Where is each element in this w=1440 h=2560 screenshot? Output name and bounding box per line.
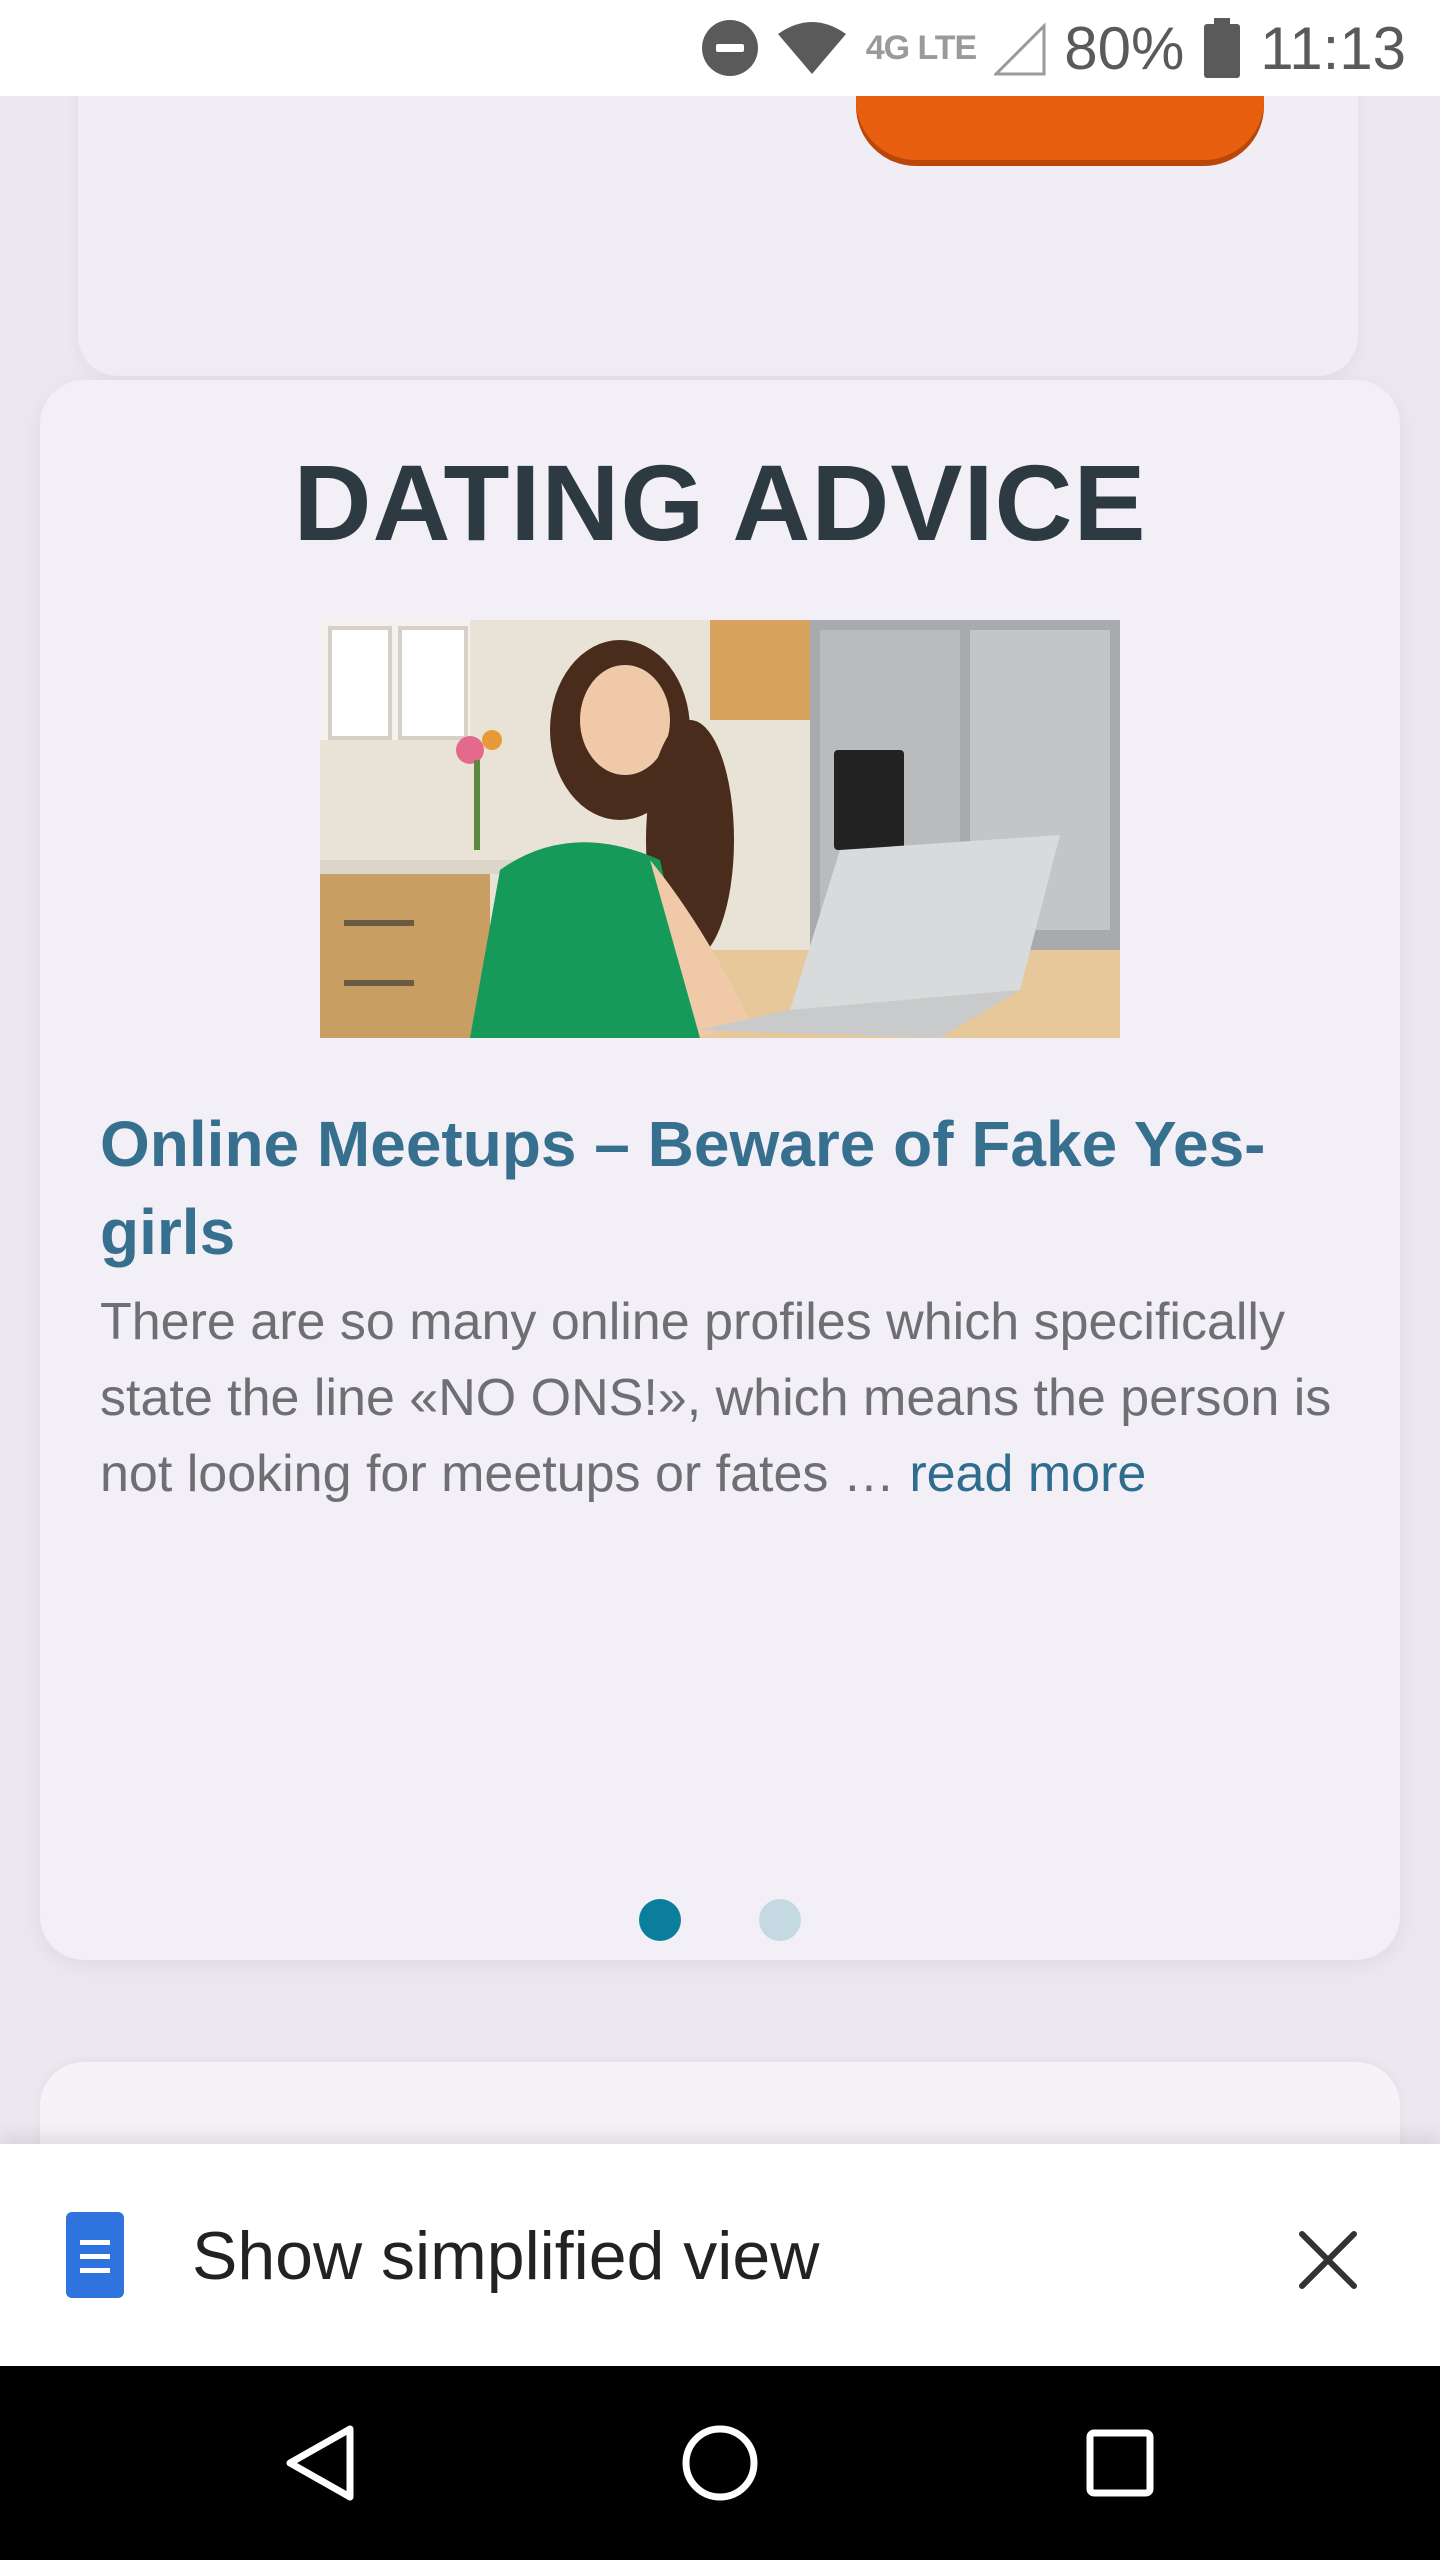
web-page[interactable]: DATING ADVICE Online Meetups – Beware of… [0,96,1440,2146]
do-not-disturb-icon [701,20,758,76]
dating-advice-card: DATING ADVICE Online Meetups – Beware of… [40,380,1400,1960]
post-title-link[interactable]: Online Meetups – Beware of Fake Yes-girl… [100,1100,1340,1276]
woman-laptop-image [320,620,1120,1038]
cell-signal-icon [994,20,1046,76]
carousel-dot-2[interactable] [759,1899,801,1941]
carousel-dot-1[interactable] [639,1899,681,1941]
system-nav-bar [0,2366,1440,2560]
battery-percent: 80% [1064,14,1185,82]
post-excerpt: There are so many online profiles which … [100,1284,1360,1512]
post-image[interactable] [320,620,1120,1038]
status-bar: 4G LTE 80% 11:13 [0,0,1440,96]
wifi-icon [776,20,848,76]
clock: 11:13 [1260,14,1406,82]
carousel-pagination [40,1899,1400,1941]
section-title: DATING ADVICE [293,442,1147,563]
post-excerpt-text: There are so many online profiles which … [100,1293,1332,1503]
read-more-link[interactable]: read more [909,1445,1146,1503]
close-icon[interactable] [1296,2228,1360,2292]
back-icon[interactable] [230,2366,410,2560]
home-icon[interactable] [630,2366,810,2560]
next-card [40,2062,1400,2146]
simplified-view-banner[interactable]: Show simplified view [0,2144,1440,2366]
network-type: 4G LTE [865,28,977,67]
battery-icon [1202,18,1242,78]
document-icon [66,2212,124,2298]
simplified-view-label[interactable]: Show simplified view [192,2214,819,2298]
recents-icon[interactable] [1030,2366,1210,2560]
cta-button[interactable] [856,96,1264,160]
